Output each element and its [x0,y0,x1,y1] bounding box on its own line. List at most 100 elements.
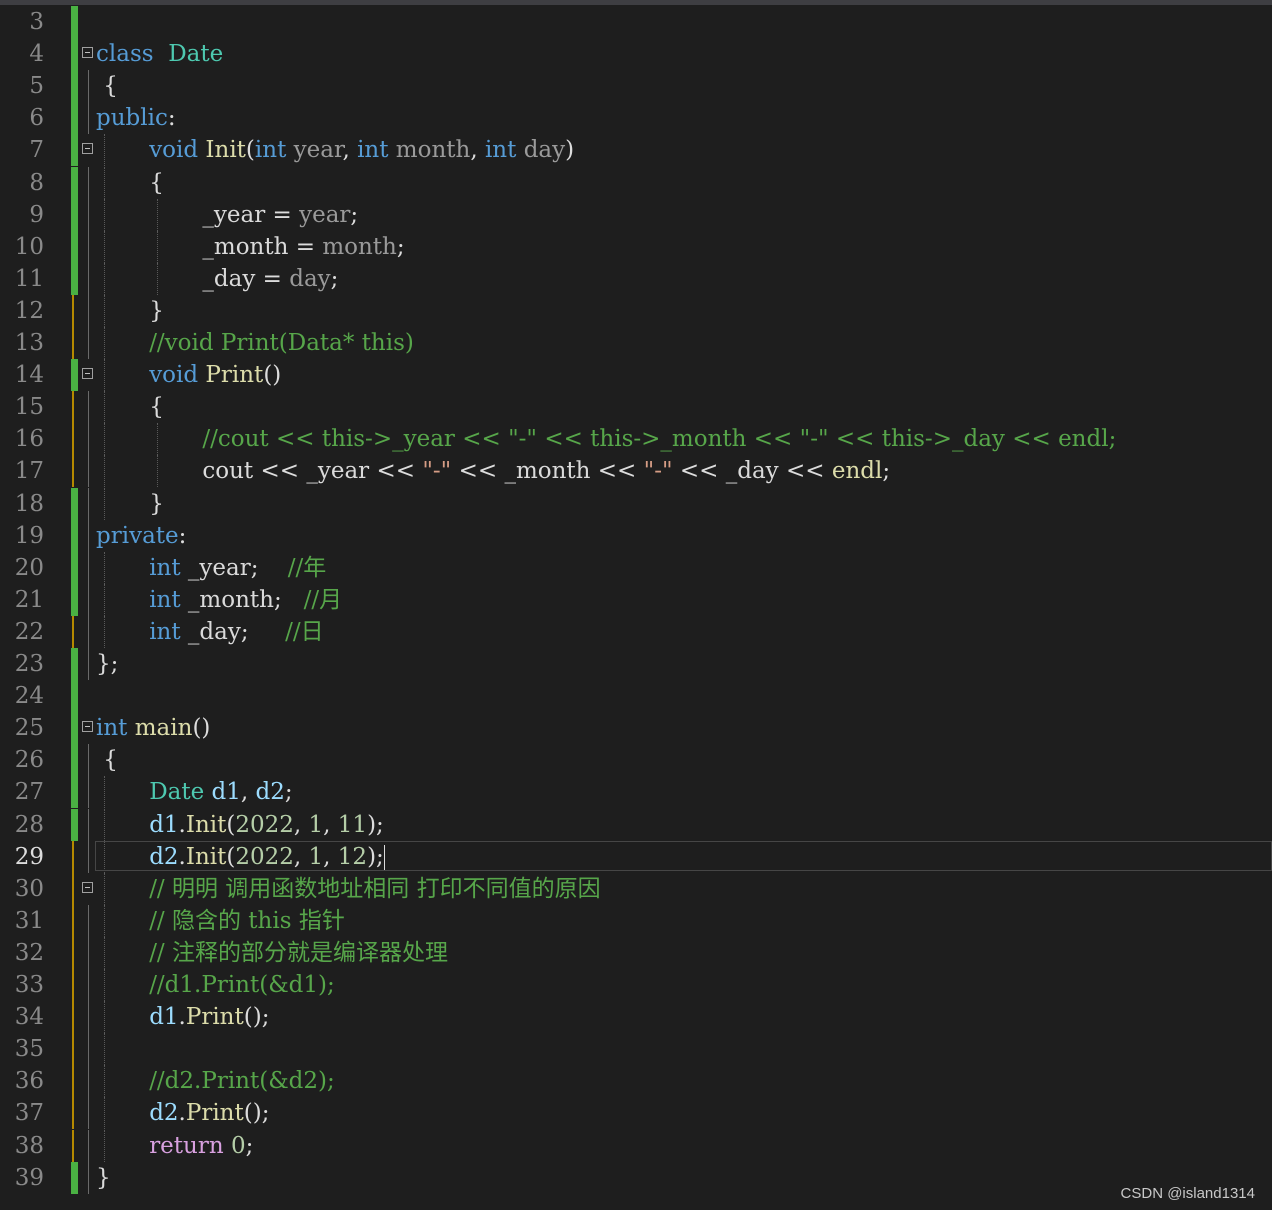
code-line[interactable]: 28 d1.Init(2022, 1, 11); [0,808,1272,841]
code-line[interactable]: 37 d2.Print(); [0,1097,1272,1130]
line-number: 10 [14,233,44,260]
code-text[interactable]: public: [96,102,176,134]
code-token: } [149,297,164,324]
code-editor[interactable]: 3 4 class Date 5 {6 public: 7 void Init(int ye… [0,0,1272,1210]
code-line[interactable]: 10 _month = month; [0,230,1272,263]
code-line[interactable]: 7 void Init(int year, int month, int day) [0,134,1272,167]
code-line[interactable]: 34 d1.Print(); [0,1001,1272,1034]
code-text[interactable]: d1.Init(2022, 1, 11); [149,809,384,841]
code-line[interactable]: 15 { [0,391,1272,424]
fold-region-line [88,1097,89,1130]
change-marker-unsaved [72,936,74,969]
code-line[interactable]: 23}; [0,648,1272,680]
change-marker-saved [71,166,78,199]
code-line[interactable]: 22 int _day; //日 [0,615,1272,648]
code-text[interactable]: class Date [96,38,223,70]
code-text[interactable]: //d1.Print(&d1); [149,969,335,1001]
code-text[interactable]: //cout << this->_year << "-" << this->_m… [202,423,1116,455]
code-token: _month [202,233,289,260]
indent-guide [104,391,105,424]
code-line[interactable]: 18} [0,487,1272,520]
fold-region-line [88,1033,89,1066]
code-line[interactable]: 19 private: [0,519,1272,552]
code-text[interactable]: // 隐含的 this 指针 [149,905,345,937]
code-line[interactable]: 36 //d2.Print(&d2); [0,1065,1272,1098]
code-line[interactable]: 35 [0,1033,1272,1066]
collapse-icon[interactable] [82,47,93,59]
code-text[interactable]: //void Print(Data* this) [149,327,414,359]
code-line[interactable]: 31 // 隐含的 this 指针 [0,904,1272,937]
code-text[interactable]: } [149,295,164,327]
code-line[interactable]: 21 int _month; //月 [0,583,1272,616]
code-text[interactable]: }; [96,648,118,680]
code-line[interactable]: 32 // 注释的部分就是编译器处理 [0,936,1272,969]
code-line[interactable]: 16 //cout << this->_year << "-" << this->… [0,423,1272,456]
code-line[interactable]: 17 cout << _year << "-" << _month << "-" … [0,455,1272,488]
code-text[interactable]: } [96,1162,111,1194]
code-text[interactable]: { [96,744,118,776]
line-number: 24 [14,683,44,710]
collapse-icon[interactable] [82,143,93,155]
change-marker-saved [71,230,78,263]
code-line[interactable]: 26 { [0,744,1272,777]
code-text[interactable]: _year = year; [202,199,358,231]
code-text[interactable]: d2.Print(); [149,1097,269,1129]
line-number: 16 [14,426,44,453]
code-text[interactable]: int _year; //年 [149,552,326,584]
change-marker-saved [71,648,78,680]
code-line[interactable]: 39} [0,1161,1272,1194]
code-text[interactable]: // 明明 调用函数地址相同 打印不同值的原因 [149,873,600,905]
code-text[interactable]: { [96,70,118,102]
line-number: 5 [29,73,44,100]
line-number: 8 [29,169,44,196]
code-token: int [357,137,389,164]
code-line[interactable]: 24 [0,680,1272,713]
code-line[interactable]: 33 //d1.Print(&d1); [0,969,1272,1001]
code-text[interactable]: int _month; //月 [149,584,342,616]
code-text[interactable]: _day = day; [202,263,338,295]
code-token: ; [396,233,405,260]
code-text[interactable]: { [149,391,164,423]
collapse-icon[interactable] [82,368,93,380]
code-line[interactable]: 5 { [0,70,1272,103]
code-text[interactable]: _month = month; [202,231,404,263]
code-text[interactable]: d1.Print(); [149,1001,269,1033]
code-text[interactable]: } [149,488,164,520]
code-line[interactable]: 8{ [0,166,1272,199]
code-token: , [240,779,256,806]
line-number: 6 [29,105,44,132]
code-line[interactable]: 38 return 0; [0,1129,1272,1162]
code-line[interactable]: 14 void Print() [0,359,1272,392]
code-text[interactable]: int _day; //日 [149,616,323,648]
code-text[interactable]: // 注释的部分就是编译器处理 [149,937,448,969]
code-line[interactable]: 9 _year = year; [0,198,1272,231]
code-text[interactable]: { [149,167,164,199]
code-line[interactable]: 3 [0,6,1272,38]
fold-region-line [88,904,89,937]
code-text[interactable]: cout << _year << "-" << _month << "-" <<… [202,455,890,487]
code-line[interactable]: 25 int main() [0,712,1272,745]
code-text[interactable]: void Init(int year, int month, int day) [149,134,574,166]
code-text[interactable]: return 0; [149,1130,253,1162]
fold-region-line [88,936,89,969]
code-line[interactable]: 6 public: [0,102,1272,135]
code-text[interactable]: void Print() [149,359,281,391]
code-token: : [167,105,176,132]
code-token: : [178,522,187,549]
change-marker-unsaved [72,969,74,1001]
code-line[interactable]: 27 Date d1, d2; [0,776,1272,809]
code-text[interactable]: //d2.Print(&d2); [149,1065,335,1097]
code-line[interactable]: 30 // 明明 调用函数地址相同 打印不同值的原因 [0,872,1272,905]
code-token: "-" [643,458,673,485]
code-text[interactable]: int main() [96,712,210,744]
collapse-icon[interactable] [82,881,93,893]
code-text[interactable]: private: [96,520,186,552]
code-text[interactable]: Date d1, d2; [149,776,292,808]
code-line[interactable]: 11 _day = day; [0,262,1272,295]
code-token: month [395,137,471,164]
code-line[interactable]: 20 int _year; //年 [0,551,1272,584]
code-line[interactable]: 12} [0,294,1272,327]
code-line[interactable]: 13 //void Print(Data* this) [0,327,1272,359]
code-line[interactable]: 4 class Date [0,38,1272,71]
collapse-icon[interactable] [82,721,93,733]
